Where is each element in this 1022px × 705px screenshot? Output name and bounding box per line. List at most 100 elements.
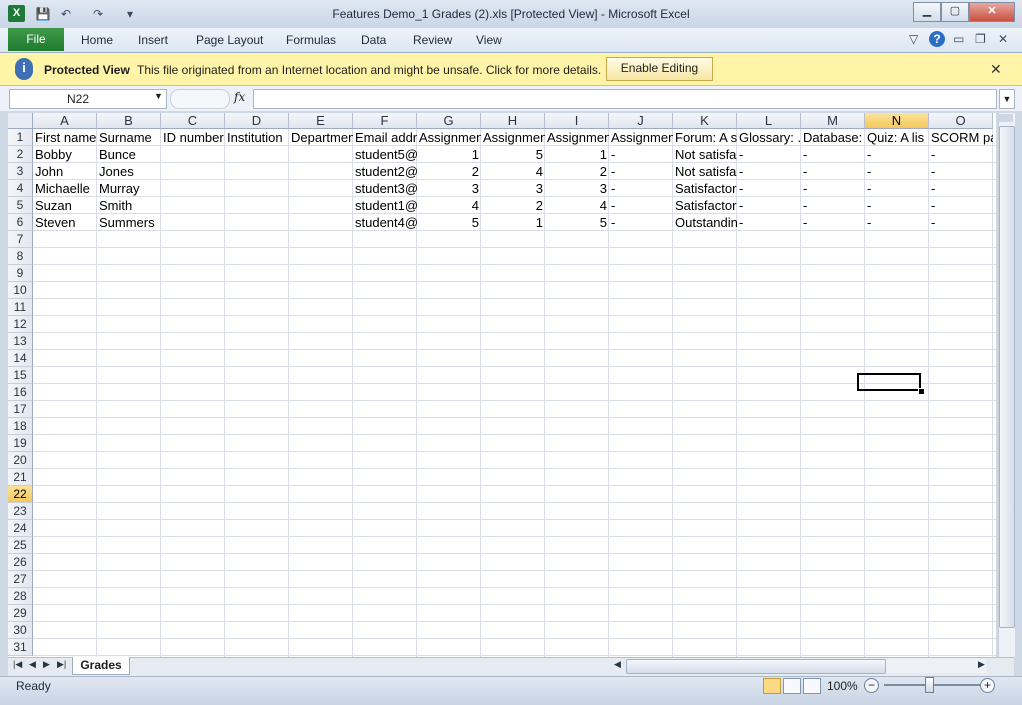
cell-g4[interactable]: 3 (417, 180, 481, 197)
row-header-15[interactable]: 15 (8, 367, 33, 384)
maximize-button[interactable]: ▢ (941, 2, 969, 22)
cell-o1[interactable]: SCORM pa (929, 129, 993, 146)
cell-n5[interactable]: - (865, 197, 929, 214)
row-header-10[interactable]: 10 (8, 282, 33, 299)
cell-o6[interactable]: - (929, 214, 993, 231)
workbook-minimize-icon[interactable]: ▭ (953, 32, 964, 46)
tab-review[interactable]: Review (413, 33, 452, 47)
row-header-9[interactable]: 9 (8, 265, 33, 282)
row-header-8[interactable]: 8 (8, 248, 33, 265)
cell-n1[interactable]: Quiz: A lis (865, 129, 929, 146)
close-icon[interactable]: ✕ (990, 61, 1002, 78)
minimize-button[interactable]: ▁ (913, 2, 941, 22)
cell-g3[interactable]: 2 (417, 163, 481, 180)
row-header-2[interactable]: 2 (8, 146, 33, 163)
tab-view[interactable]: View (476, 33, 502, 47)
workbook-close-icon[interactable]: ✕ (998, 32, 1008, 46)
cell-b3[interactable]: Jones (97, 163, 161, 180)
cell-m1[interactable]: Database: (801, 129, 865, 146)
cell-l5[interactable]: - (737, 197, 801, 214)
row-header-31[interactable]: 31 (8, 639, 33, 656)
row-header-19[interactable]: 19 (8, 435, 33, 452)
row-header-5[interactable]: 5 (8, 197, 33, 214)
protected-view-message[interactable]: This file originated from an Internet lo… (137, 63, 601, 77)
chevron-down-icon[interactable]: ▼ (154, 91, 163, 101)
cell-g6[interactable]: 5 (417, 214, 481, 231)
tab-formulas[interactable]: Formulas (286, 33, 336, 47)
cell-o3[interactable]: - (929, 163, 993, 180)
cell-k4[interactable]: Satisfactor (673, 180, 737, 197)
page-layout-view-button[interactable] (783, 678, 801, 694)
cell-j5[interactable]: - (609, 197, 673, 214)
cell-g1[interactable]: Assignmen (417, 129, 481, 146)
cell-l4[interactable]: - (737, 180, 801, 197)
row-header-28[interactable]: 28 (8, 588, 33, 605)
cell-k6[interactable]: Outstandin (673, 214, 737, 231)
cell-f3[interactable]: student2@ (353, 163, 417, 180)
zoom-level[interactable]: 100% (827, 679, 858, 693)
cell-n2[interactable]: - (865, 146, 929, 163)
fill-handle[interactable] (918, 388, 925, 395)
cell-l2[interactable]: - (737, 146, 801, 163)
vertical-scroll-thumb[interactable] (999, 126, 1015, 628)
split-box[interactable] (999, 114, 1013, 122)
row-header-14[interactable]: 14 (8, 350, 33, 367)
column-header-g[interactable]: G (417, 113, 481, 129)
row-header-1[interactable]: 1 (8, 129, 33, 146)
cell-b6[interactable]: Summers (97, 214, 161, 231)
cell-a5[interactable]: Suzan (33, 197, 97, 214)
cell-a6[interactable]: Steven (33, 214, 97, 231)
insert-function-icon[interactable]: fx (234, 90, 245, 104)
cell-j1[interactable]: Assignmen (609, 129, 673, 146)
column-header-j[interactable]: J (609, 113, 673, 129)
column-header-h[interactable]: H (481, 113, 545, 129)
column-header-f[interactable]: F (353, 113, 417, 129)
prev-sheet-icon[interactable]: ◀ (29, 659, 36, 670)
cell-a2[interactable]: Bobby (33, 146, 97, 163)
scroll-right-icon[interactable]: ▶ (978, 659, 985, 670)
cell-o4[interactable]: - (929, 180, 993, 197)
expand-formula-bar-icon[interactable]: ▼ (999, 89, 1015, 109)
cell-a1[interactable]: First name (33, 129, 97, 146)
row-header-29[interactable]: 29 (8, 605, 33, 622)
cell-l1[interactable]: Glossary: . (737, 129, 801, 146)
cell-f2[interactable]: student5@ (353, 146, 417, 163)
sheet-tab-grades[interactable]: Grades (72, 657, 130, 675)
row-header-24[interactable]: 24 (8, 520, 33, 537)
cell-i4[interactable]: 3 (545, 180, 609, 197)
workbook-restore-icon[interactable]: ❐ (975, 32, 986, 46)
column-header-e[interactable]: E (289, 113, 353, 129)
tab-data[interactable]: Data (361, 33, 386, 47)
formula-bar-splitter[interactable] (170, 89, 230, 109)
column-header-c[interactable]: C (161, 113, 225, 129)
cell-k5[interactable]: Satisfactor (673, 197, 737, 214)
cell-g5[interactable]: 4 (417, 197, 481, 214)
column-header-k[interactable]: K (673, 113, 737, 129)
cell-h6[interactable]: 1 (481, 214, 545, 231)
select-all-corner[interactable] (8, 113, 33, 129)
cell-m6[interactable]: - (801, 214, 865, 231)
cell-h1[interactable]: Assignmen (481, 129, 545, 146)
cell-i3[interactable]: 2 (545, 163, 609, 180)
formula-input[interactable] (253, 89, 997, 109)
cell-m5[interactable]: - (801, 197, 865, 214)
cell-f1[interactable]: Email addr (353, 129, 417, 146)
page-break-view-button[interactable] (803, 678, 821, 694)
column-header-m[interactable]: M (801, 113, 865, 129)
cell-b2[interactable]: Bunce (97, 146, 161, 163)
row-header-3[interactable]: 3 (8, 163, 33, 180)
cell-j3[interactable]: - (609, 163, 673, 180)
normal-view-button[interactable] (763, 678, 781, 694)
ribbon-collapse-icon[interactable]: ▽ (909, 32, 918, 46)
help-icon[interactable]: ? (929, 31, 945, 47)
cell-f4[interactable]: student3@ (353, 180, 417, 197)
row-header-4[interactable]: 4 (8, 180, 33, 197)
cell-i6[interactable]: 5 (545, 214, 609, 231)
cell-o5[interactable]: - (929, 197, 993, 214)
row-header-18[interactable]: 18 (8, 418, 33, 435)
cell-l6[interactable]: - (737, 214, 801, 231)
cell-k2[interactable]: Not satisfa (673, 146, 737, 163)
tab-home[interactable]: Home (81, 33, 113, 47)
row-header-11[interactable]: 11 (8, 299, 33, 316)
column-header-o[interactable]: O (929, 113, 993, 129)
